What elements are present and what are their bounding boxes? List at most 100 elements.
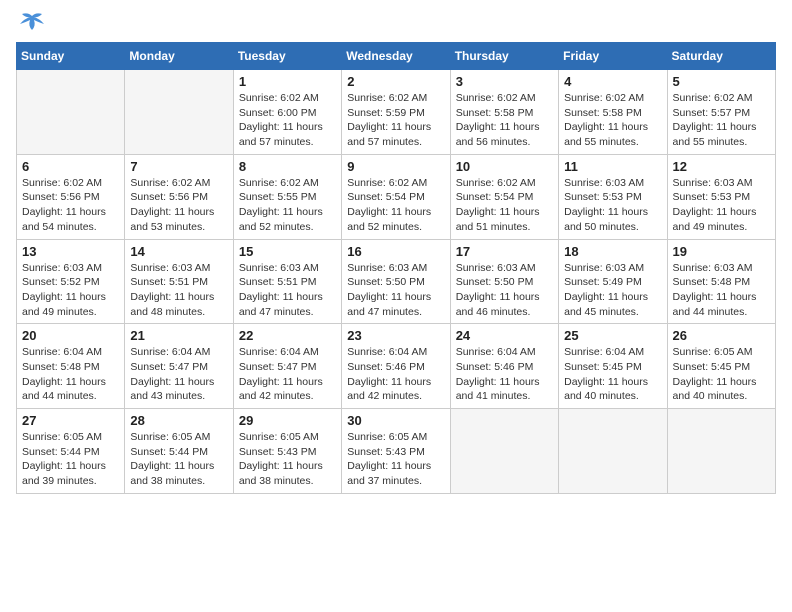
day-detail: Sunrise: 6:02 AMSunset: 6:00 PMDaylight:… (239, 91, 336, 150)
logo-bird-icon (18, 12, 46, 34)
day-detail: Sunrise: 6:03 AMSunset: 5:53 PMDaylight:… (673, 176, 770, 235)
day-number: 14 (130, 244, 227, 259)
calendar-week-row: 27 Sunrise: 6:05 AMSunset: 5:44 PMDaylig… (17, 409, 776, 494)
day-number: 2 (347, 74, 444, 89)
calendar-cell: 25 Sunrise: 6:04 AMSunset: 5:45 PMDaylig… (559, 324, 667, 409)
day-detail: Sunrise: 6:03 AMSunset: 5:48 PMDaylight:… (673, 261, 770, 320)
day-detail: Sunrise: 6:04 AMSunset: 5:45 PMDaylight:… (564, 345, 661, 404)
calendar-cell: 22 Sunrise: 6:04 AMSunset: 5:47 PMDaylig… (233, 324, 341, 409)
day-detail: Sunrise: 6:02 AMSunset: 5:54 PMDaylight:… (347, 176, 444, 235)
day-number: 24 (456, 328, 553, 343)
day-number: 11 (564, 159, 661, 174)
day-detail: Sunrise: 6:02 AMSunset: 5:59 PMDaylight:… (347, 91, 444, 150)
day-detail: Sunrise: 6:04 AMSunset: 5:46 PMDaylight:… (347, 345, 444, 404)
day-detail: Sunrise: 6:03 AMSunset: 5:51 PMDaylight:… (130, 261, 227, 320)
day-detail: Sunrise: 6:03 AMSunset: 5:50 PMDaylight:… (456, 261, 553, 320)
day-number: 13 (22, 244, 119, 259)
day-detail: Sunrise: 6:04 AMSunset: 5:47 PMDaylight:… (239, 345, 336, 404)
calendar-week-row: 6 Sunrise: 6:02 AMSunset: 5:56 PMDayligh… (17, 154, 776, 239)
day-detail: Sunrise: 6:02 AMSunset: 5:54 PMDaylight:… (456, 176, 553, 235)
day-detail: Sunrise: 6:03 AMSunset: 5:51 PMDaylight:… (239, 261, 336, 320)
day-detail: Sunrise: 6:04 AMSunset: 5:47 PMDaylight:… (130, 345, 227, 404)
weekday-header-sunday: Sunday (17, 43, 125, 70)
calendar-cell (667, 409, 775, 494)
calendar-cell: 9 Sunrise: 6:02 AMSunset: 5:54 PMDayligh… (342, 154, 450, 239)
calendar-week-row: 20 Sunrise: 6:04 AMSunset: 5:48 PMDaylig… (17, 324, 776, 409)
calendar-cell (450, 409, 558, 494)
calendar-cell: 28 Sunrise: 6:05 AMSunset: 5:44 PMDaylig… (125, 409, 233, 494)
calendar-cell: 15 Sunrise: 6:03 AMSunset: 5:51 PMDaylig… (233, 239, 341, 324)
day-detail: Sunrise: 6:03 AMSunset: 5:53 PMDaylight:… (564, 176, 661, 235)
weekday-header-saturday: Saturday (667, 43, 775, 70)
day-number: 17 (456, 244, 553, 259)
day-number: 19 (673, 244, 770, 259)
weekday-header-thursday: Thursday (450, 43, 558, 70)
day-detail: Sunrise: 6:05 AMSunset: 5:43 PMDaylight:… (239, 430, 336, 489)
calendar-cell (559, 409, 667, 494)
day-number: 3 (456, 74, 553, 89)
day-number: 16 (347, 244, 444, 259)
day-number: 27 (22, 413, 119, 428)
calendar-cell: 23 Sunrise: 6:04 AMSunset: 5:46 PMDaylig… (342, 324, 450, 409)
day-detail: Sunrise: 6:03 AMSunset: 5:52 PMDaylight:… (22, 261, 119, 320)
day-number: 25 (564, 328, 661, 343)
day-detail: Sunrise: 6:03 AMSunset: 5:49 PMDaylight:… (564, 261, 661, 320)
day-number: 1 (239, 74, 336, 89)
day-detail: Sunrise: 6:02 AMSunset: 5:56 PMDaylight:… (130, 176, 227, 235)
calendar-cell: 12 Sunrise: 6:03 AMSunset: 5:53 PMDaylig… (667, 154, 775, 239)
day-number: 4 (564, 74, 661, 89)
calendar-cell: 14 Sunrise: 6:03 AMSunset: 5:51 PMDaylig… (125, 239, 233, 324)
calendar-cell: 3 Sunrise: 6:02 AMSunset: 5:58 PMDayligh… (450, 70, 558, 155)
day-number: 7 (130, 159, 227, 174)
page-header (16, 16, 776, 30)
day-detail: Sunrise: 6:05 AMSunset: 5:43 PMDaylight:… (347, 430, 444, 489)
day-detail: Sunrise: 6:02 AMSunset: 5:55 PMDaylight:… (239, 176, 336, 235)
day-number: 23 (347, 328, 444, 343)
day-number: 28 (130, 413, 227, 428)
calendar-table: SundayMondayTuesdayWednesdayThursdayFrid… (16, 42, 776, 494)
calendar-cell: 6 Sunrise: 6:02 AMSunset: 5:56 PMDayligh… (17, 154, 125, 239)
calendar-cell: 1 Sunrise: 6:02 AMSunset: 6:00 PMDayligh… (233, 70, 341, 155)
calendar-cell: 5 Sunrise: 6:02 AMSunset: 5:57 PMDayligh… (667, 70, 775, 155)
calendar-week-row: 1 Sunrise: 6:02 AMSunset: 6:00 PMDayligh… (17, 70, 776, 155)
calendar-cell: 10 Sunrise: 6:02 AMSunset: 5:54 PMDaylig… (450, 154, 558, 239)
day-detail: Sunrise: 6:02 AMSunset: 5:58 PMDaylight:… (456, 91, 553, 150)
calendar-cell: 13 Sunrise: 6:03 AMSunset: 5:52 PMDaylig… (17, 239, 125, 324)
calendar-cell: 30 Sunrise: 6:05 AMSunset: 5:43 PMDaylig… (342, 409, 450, 494)
calendar-cell (17, 70, 125, 155)
day-number: 9 (347, 159, 444, 174)
day-number: 20 (22, 328, 119, 343)
day-number: 26 (673, 328, 770, 343)
day-number: 21 (130, 328, 227, 343)
day-number: 6 (22, 159, 119, 174)
weekday-header-friday: Friday (559, 43, 667, 70)
weekday-header-wednesday: Wednesday (342, 43, 450, 70)
day-detail: Sunrise: 6:04 AMSunset: 5:48 PMDaylight:… (22, 345, 119, 404)
calendar-cell: 24 Sunrise: 6:04 AMSunset: 5:46 PMDaylig… (450, 324, 558, 409)
day-number: 22 (239, 328, 336, 343)
day-number: 8 (239, 159, 336, 174)
day-detail: Sunrise: 6:03 AMSunset: 5:50 PMDaylight:… (347, 261, 444, 320)
day-number: 29 (239, 413, 336, 428)
day-number: 5 (673, 74, 770, 89)
calendar-cell: 20 Sunrise: 6:04 AMSunset: 5:48 PMDaylig… (17, 324, 125, 409)
calendar-cell: 19 Sunrise: 6:03 AMSunset: 5:48 PMDaylig… (667, 239, 775, 324)
calendar-cell: 29 Sunrise: 6:05 AMSunset: 5:43 PMDaylig… (233, 409, 341, 494)
calendar-cell: 21 Sunrise: 6:04 AMSunset: 5:47 PMDaylig… (125, 324, 233, 409)
day-detail: Sunrise: 6:05 AMSunset: 5:44 PMDaylight:… (130, 430, 227, 489)
day-detail: Sunrise: 6:04 AMSunset: 5:46 PMDaylight:… (456, 345, 553, 404)
calendar-cell (125, 70, 233, 155)
calendar-header-row: SundayMondayTuesdayWednesdayThursdayFrid… (17, 43, 776, 70)
calendar-cell: 4 Sunrise: 6:02 AMSunset: 5:58 PMDayligh… (559, 70, 667, 155)
logo (16, 16, 46, 30)
day-number: 18 (564, 244, 661, 259)
day-detail: Sunrise: 6:05 AMSunset: 5:44 PMDaylight:… (22, 430, 119, 489)
calendar-cell: 11 Sunrise: 6:03 AMSunset: 5:53 PMDaylig… (559, 154, 667, 239)
calendar-cell: 18 Sunrise: 6:03 AMSunset: 5:49 PMDaylig… (559, 239, 667, 324)
calendar-cell: 2 Sunrise: 6:02 AMSunset: 5:59 PMDayligh… (342, 70, 450, 155)
calendar-cell: 7 Sunrise: 6:02 AMSunset: 5:56 PMDayligh… (125, 154, 233, 239)
calendar-cell: 17 Sunrise: 6:03 AMSunset: 5:50 PMDaylig… (450, 239, 558, 324)
weekday-header-monday: Monday (125, 43, 233, 70)
day-number: 10 (456, 159, 553, 174)
day-number: 12 (673, 159, 770, 174)
